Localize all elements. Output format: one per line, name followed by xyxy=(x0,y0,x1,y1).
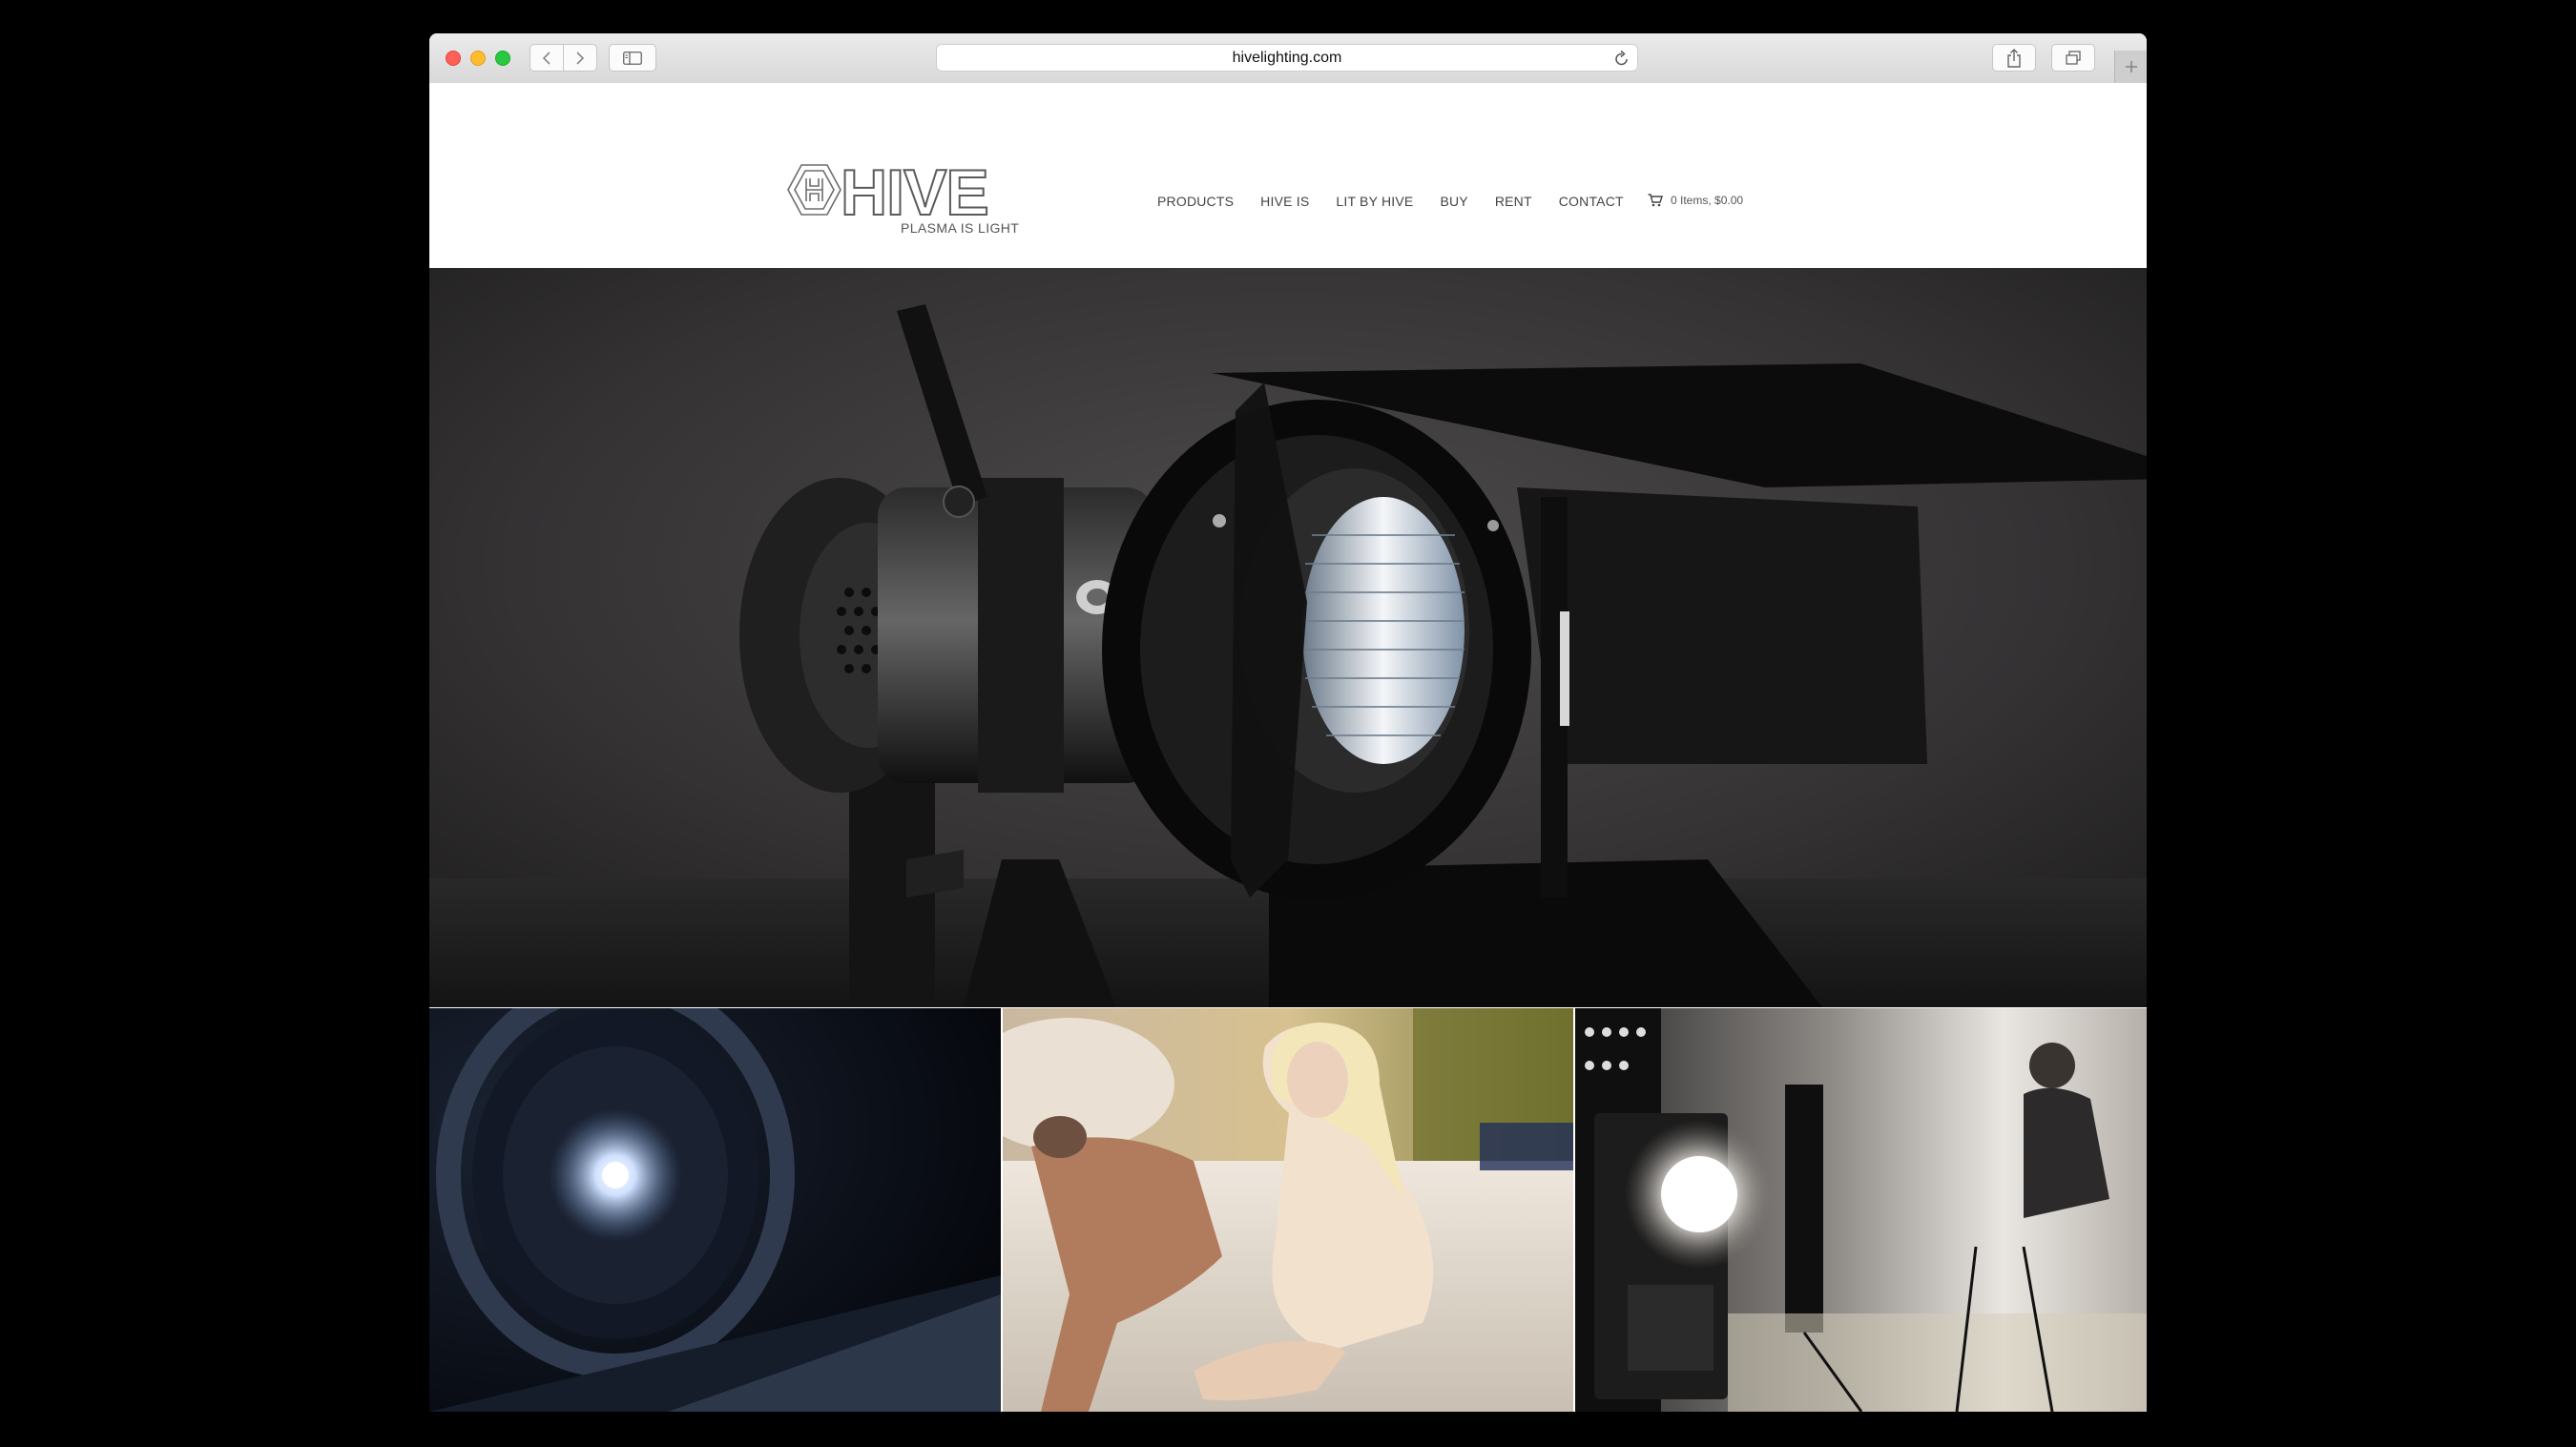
forward-button[interactable] xyxy=(563,44,597,72)
nav-lit-by-hive[interactable]: LIT BY HIVE xyxy=(1336,194,1413,209)
plasma-light-fixture-photo xyxy=(429,268,2147,1007)
gallery-image-bedroom[interactable] xyxy=(1002,1008,1574,1412)
gallery-row xyxy=(429,1008,2147,1412)
nav-buy[interactable]: BUY xyxy=(1440,194,1467,209)
site-header: HIVE PLASMA IS LIGHT PRODUCTS HIVE IS LI… xyxy=(429,83,2147,267)
forward-icon xyxy=(576,51,585,65)
share-button[interactable] xyxy=(1992,44,2036,72)
main-nav: PRODUCTS HIVE IS LIT BY HIVE BUY RENT CO… xyxy=(1157,194,1624,209)
cart-summary: 0 Items, $0.00 xyxy=(1671,194,1744,207)
hero-image xyxy=(429,268,2147,1007)
url-text: hivelighting.com xyxy=(1232,49,1342,66)
plasma-bulb-photo xyxy=(429,1008,1001,1412)
web-page: HIVE PLASMA IS LIGHT PRODUCTS HIVE IS LI… xyxy=(429,83,2147,1412)
tagline: PLASMA IS LIGHT xyxy=(901,220,1020,236)
close-window-button[interactable] xyxy=(446,51,461,66)
new-tab-icon xyxy=(2126,61,2137,72)
browser-window: hivelighting.com HIVE PLASMA IS LIGHT PR… xyxy=(429,33,2147,1412)
tabs-overview-button[interactable] xyxy=(2051,44,2095,72)
share-icon xyxy=(2007,48,2021,68)
new-tab-button[interactable] xyxy=(2114,51,2147,83)
gallery-image-reflector[interactable] xyxy=(429,1008,1001,1412)
film-set-photo xyxy=(1575,1008,2147,1412)
bedroom-photo xyxy=(1002,1008,1574,1412)
cart-link[interactable]: 0 Items, $0.00 xyxy=(1648,194,1743,207)
zoom-window-button[interactable] xyxy=(495,51,510,66)
logo-wordmark: HIVE xyxy=(841,157,988,229)
nav-contact[interactable]: CONTACT xyxy=(1559,194,1624,209)
cart-icon xyxy=(1648,194,1663,207)
tabs-icon xyxy=(2066,50,2081,65)
back-icon xyxy=(542,51,551,65)
reload-icon xyxy=(1615,50,1628,66)
nav-rent[interactable]: RENT xyxy=(1495,194,1532,209)
sidebar-button[interactable] xyxy=(609,44,656,72)
sidebar-icon xyxy=(623,51,642,65)
nav-hive-is[interactable]: HIVE IS xyxy=(1260,194,1309,209)
gallery-image-studio[interactable] xyxy=(1575,1008,2147,1412)
back-button[interactable] xyxy=(530,44,564,72)
reload-button[interactable] xyxy=(1614,50,1630,72)
nav-products[interactable]: PRODUCTS xyxy=(1157,194,1234,209)
minimize-window-button[interactable] xyxy=(470,51,486,66)
address-bar[interactable]: hivelighting.com xyxy=(936,44,1638,72)
browser-toolbar: hivelighting.com xyxy=(429,33,2147,84)
